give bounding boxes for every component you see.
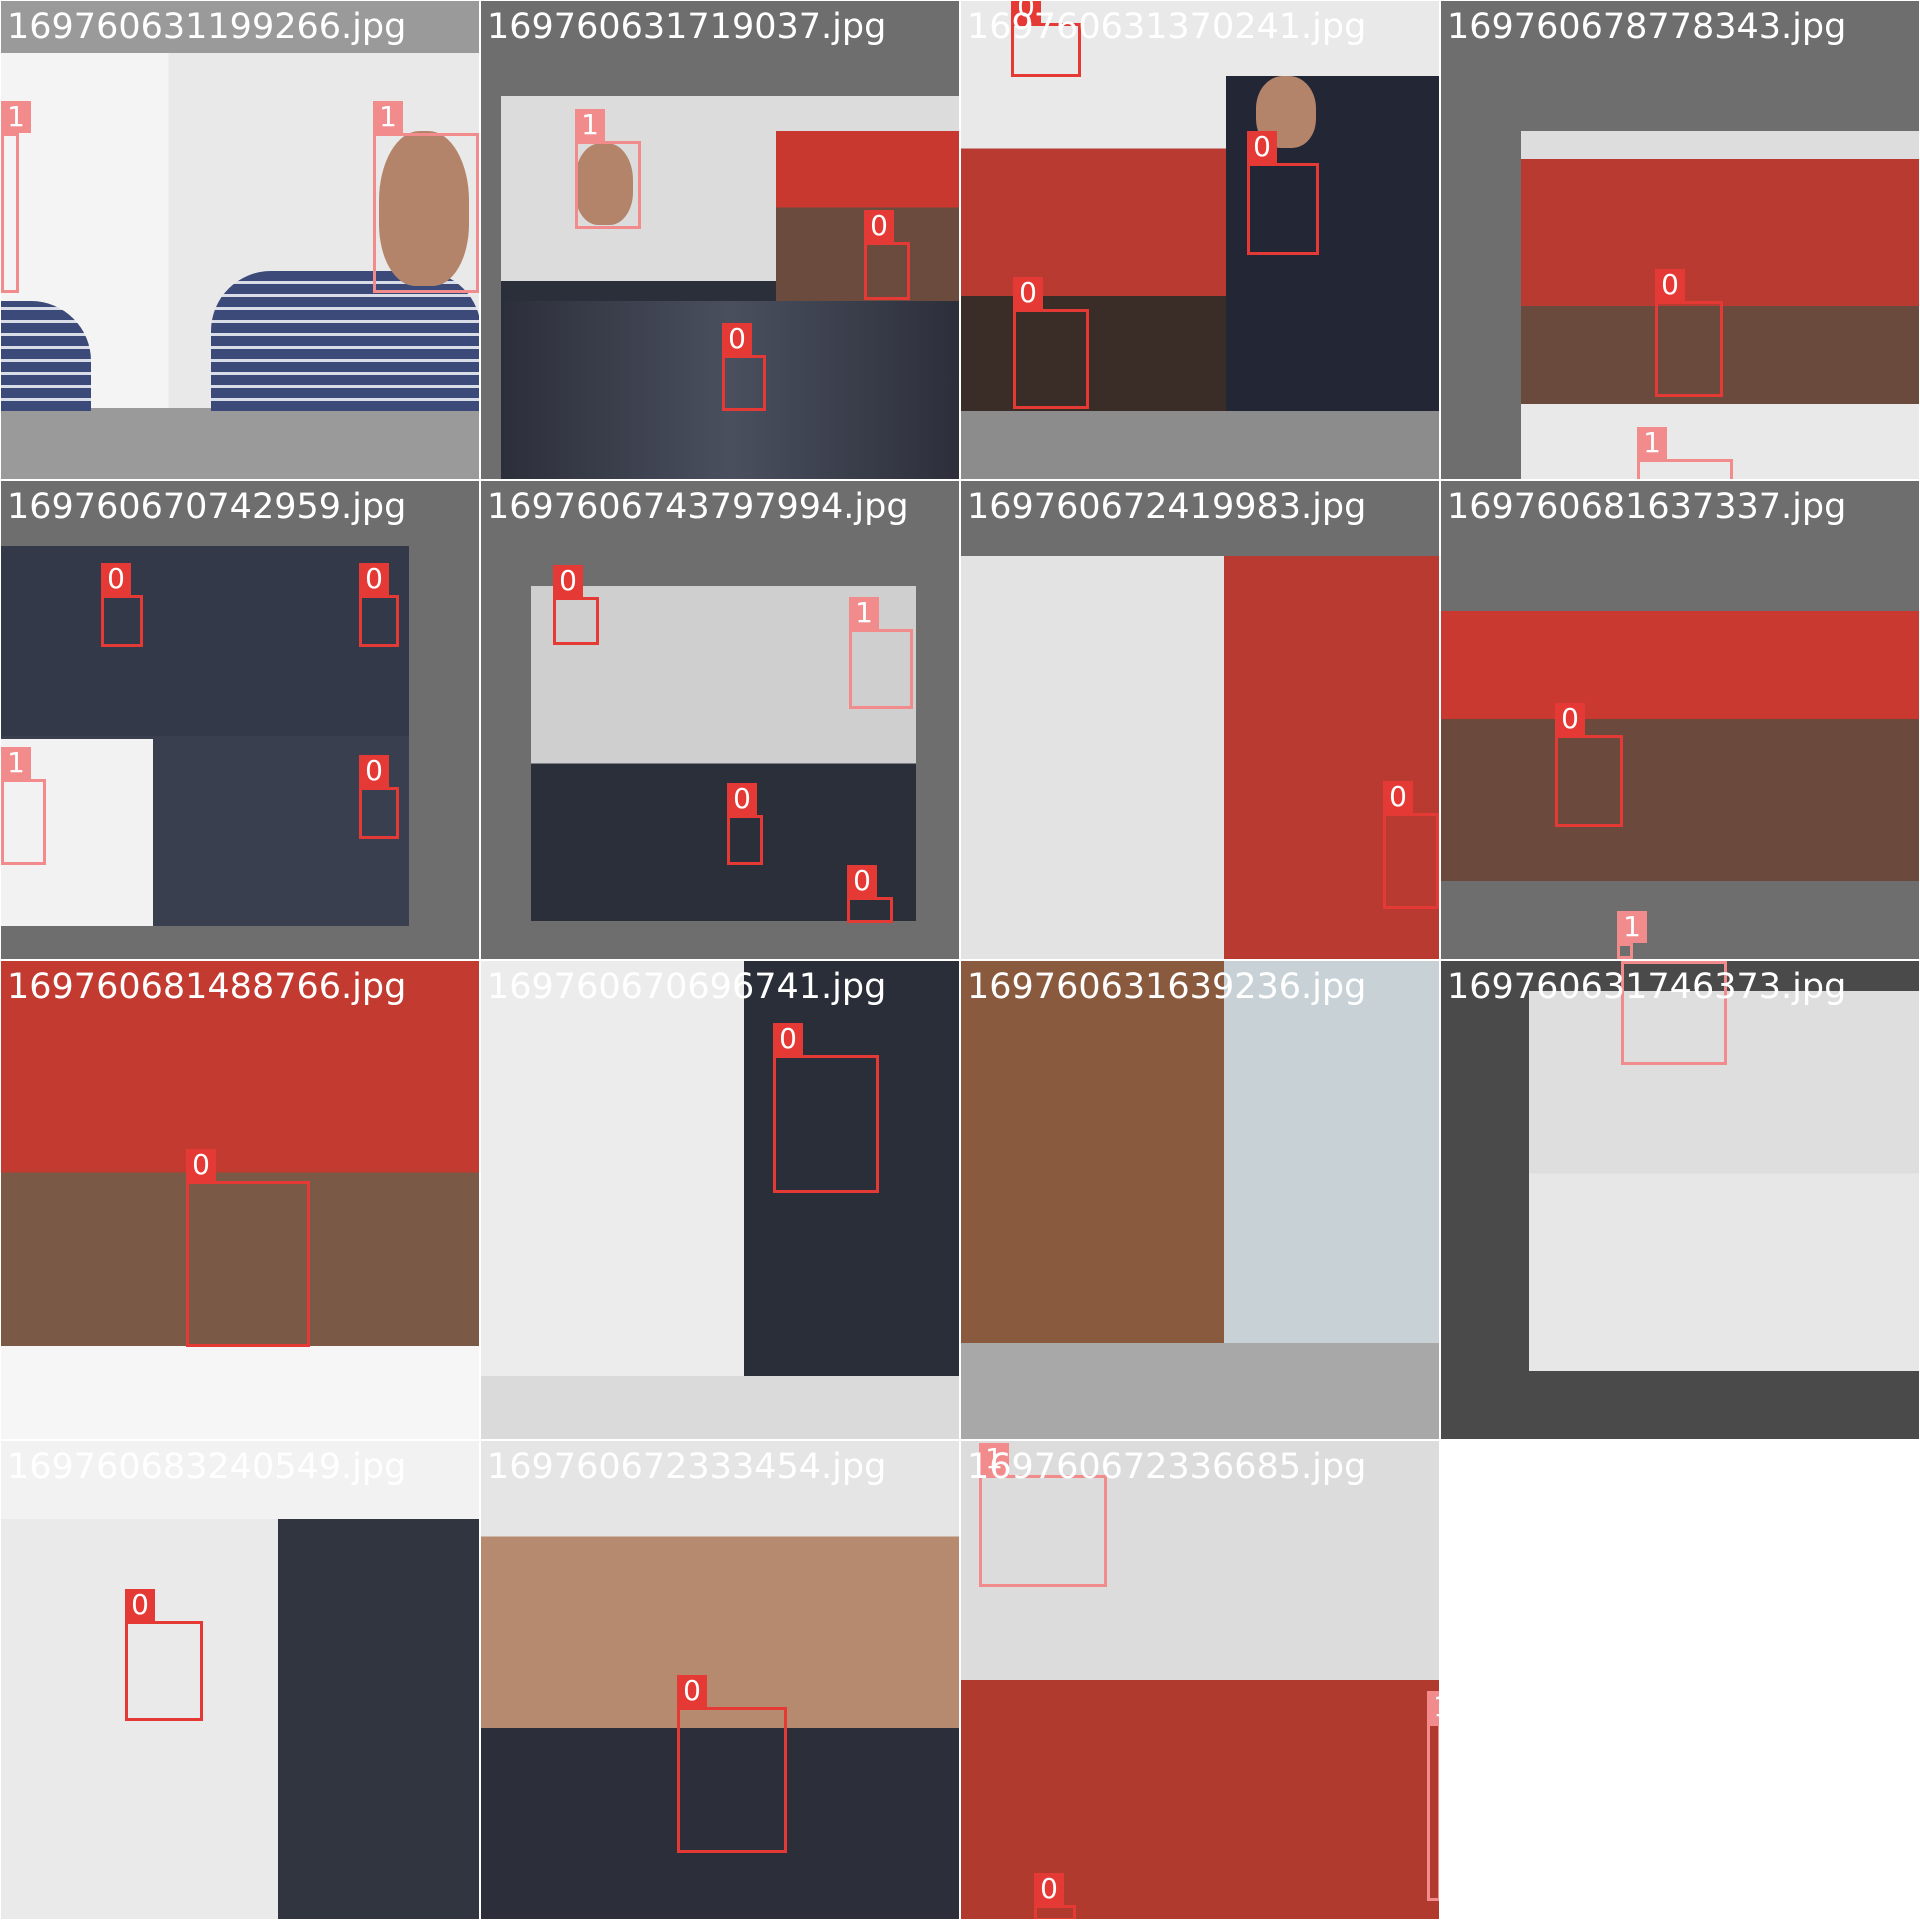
bbox[interactable]: 0 xyxy=(1247,131,1319,255)
tile-filename: 169760678778343.jpg xyxy=(1447,7,1847,47)
bbox[interactable]: 0 xyxy=(1555,703,1623,827)
tile-filename: 169760681637337.jpg xyxy=(1447,487,1847,527)
bbox[interactable]: 1 xyxy=(575,109,641,229)
tile-filename: 169760631639236.jpg xyxy=(967,967,1367,1007)
bbox-label: 0 xyxy=(1034,1873,1064,1905)
bbox-label: 1 xyxy=(373,101,403,133)
tile-filename: 169760670696741.jpg xyxy=(487,967,887,1007)
bbox[interactable]: 1 xyxy=(1427,1691,1439,1901)
image-tile[interactable]: 1 1 169760631199266.jpg xyxy=(0,0,480,480)
bbox[interactable]: 0 xyxy=(847,865,893,923)
bbox[interactable]: 1 xyxy=(1,747,46,865)
bbox[interactable]: 0 xyxy=(553,565,599,645)
bbox-label: 0 xyxy=(553,565,583,597)
image-tile[interactable]: 0 0 1 0 169760670742959.jpg xyxy=(0,480,480,960)
bbox[interactable]: 1 xyxy=(979,1443,1107,1587)
bbox[interactable]: 1 xyxy=(1,101,31,293)
bbox[interactable]: 1 xyxy=(1637,427,1733,479)
bbox[interactable]: 0 xyxy=(1013,277,1089,409)
tile-filename: 169760631719037.jpg xyxy=(487,7,887,47)
bbox-label: 1 xyxy=(1,747,31,779)
bbox[interactable]: 1 xyxy=(1617,911,1647,959)
tile-filename: 169760672333454.jpg xyxy=(487,1447,887,1487)
bbox-label: 0 xyxy=(1655,269,1685,301)
tile-filename: 169760631370241.jpg xyxy=(967,7,1367,47)
bbox-label: 0 xyxy=(359,563,389,595)
mosaic-grid: 1 1 169760631199266.jpg 1 0 0 1697606317… xyxy=(0,0,1920,1920)
bbox[interactable]: 1 xyxy=(373,101,479,293)
image-tile[interactable]: 1 0 0 169760631719037.jpg xyxy=(480,0,960,480)
tile-photo xyxy=(481,961,959,1376)
tile-photo xyxy=(1,1519,479,1919)
tile-filename: 169760681488766.jpg xyxy=(7,967,407,1007)
bbox[interactable]: 0 xyxy=(722,323,766,411)
tile-filename: 1697606743797994.jpg xyxy=(487,487,909,527)
image-tile[interactable]: 0 1 169760681637337.jpg xyxy=(1440,480,1920,960)
bbox-label: 1 xyxy=(1617,911,1647,943)
bbox-label: 0 xyxy=(727,783,757,815)
bbox-label: 0 xyxy=(722,323,752,355)
bbox[interactable]: 0 xyxy=(1034,1873,1076,1919)
bbox-label: 0 xyxy=(359,755,389,787)
bbox[interactable]: 0 xyxy=(1655,269,1723,397)
image-tile[interactable]: 0 1 0 0 1697606743797994.jpg xyxy=(480,480,960,960)
bbox[interactable]: 0 xyxy=(864,210,910,300)
image-tile[interactable]: 0 169760672419983.jpg xyxy=(960,480,1440,960)
tile-filename: 169760631746373.jpg xyxy=(1447,967,1847,1007)
image-tile[interactable]: 0 0 0 169760631370241.jpg xyxy=(960,0,1440,480)
bbox-label: 0 xyxy=(1247,131,1277,163)
bbox-label: 1 xyxy=(1427,1691,1439,1723)
tile-photo xyxy=(961,961,1439,1343)
tile-filename: 169760672336685.jpg xyxy=(967,1447,1367,1487)
bbox[interactable]: 0 xyxy=(773,1023,879,1193)
tile-filename: 169760631199266.jpg xyxy=(7,7,407,47)
bbox-label: 0 xyxy=(1383,781,1413,813)
bbox[interactable]: 0 xyxy=(359,755,399,839)
bbox[interactable]: 1 xyxy=(849,597,913,709)
empty-tile xyxy=(1440,1440,1920,1920)
bbox-label: 0 xyxy=(773,1023,803,1055)
tile-photo xyxy=(1441,611,1919,881)
image-tile[interactable]: 1 169760631746373.jpg xyxy=(1440,960,1920,1440)
bbox[interactable]: 0 xyxy=(186,1149,310,1347)
bbox-label: 1 xyxy=(1621,960,1651,961)
bbox-label: 1 xyxy=(1637,427,1667,459)
image-tile[interactable]: 0 169760672333454.jpg xyxy=(480,1440,960,1920)
bbox-label: 0 xyxy=(101,563,131,595)
bbox-label: 0 xyxy=(125,1589,155,1621)
bbox-label: 0 xyxy=(847,865,877,897)
image-tile[interactable]: 169760631639236.jpg xyxy=(960,960,1440,1440)
bbox-label: 0 xyxy=(677,1675,707,1707)
bbox-label: 1 xyxy=(849,597,879,629)
bbox[interactable]: 0 xyxy=(359,563,399,647)
image-tile[interactable]: 0 169760670696741.jpg xyxy=(480,960,960,1440)
bbox-label: 0 xyxy=(1013,277,1043,309)
tile-filename: 169760672419983.jpg xyxy=(967,487,1367,527)
bbox[interactable]: 0 xyxy=(727,783,763,865)
bbox-label: 1 xyxy=(1,101,31,133)
bbox[interactable]: 0 xyxy=(125,1589,203,1721)
image-tile[interactable]: 0 169760683240549.jpg xyxy=(0,1440,480,1920)
tile-filename: 169760683240549.jpg xyxy=(7,1447,407,1487)
image-tile[interactable]: 0 1 169760678778343.jpg xyxy=(1440,0,1920,480)
image-tile[interactable]: 0 169760681488766.jpg xyxy=(0,960,480,1440)
bbox-label: 0 xyxy=(864,210,894,242)
bbox-label: 1 xyxy=(575,109,605,141)
tile-filename: 169760670742959.jpg xyxy=(7,487,407,527)
bbox-label: 0 xyxy=(186,1149,216,1181)
image-tile[interactable]: 1 0 1 169760672336685.jpg xyxy=(960,1440,1440,1920)
bbox-label: 0 xyxy=(1555,703,1585,735)
bbox[interactable]: 0 xyxy=(677,1675,787,1853)
bbox[interactable]: 0 xyxy=(101,563,143,647)
bbox[interactable]: 0 xyxy=(1383,781,1439,909)
tile-photo xyxy=(961,556,1439,959)
